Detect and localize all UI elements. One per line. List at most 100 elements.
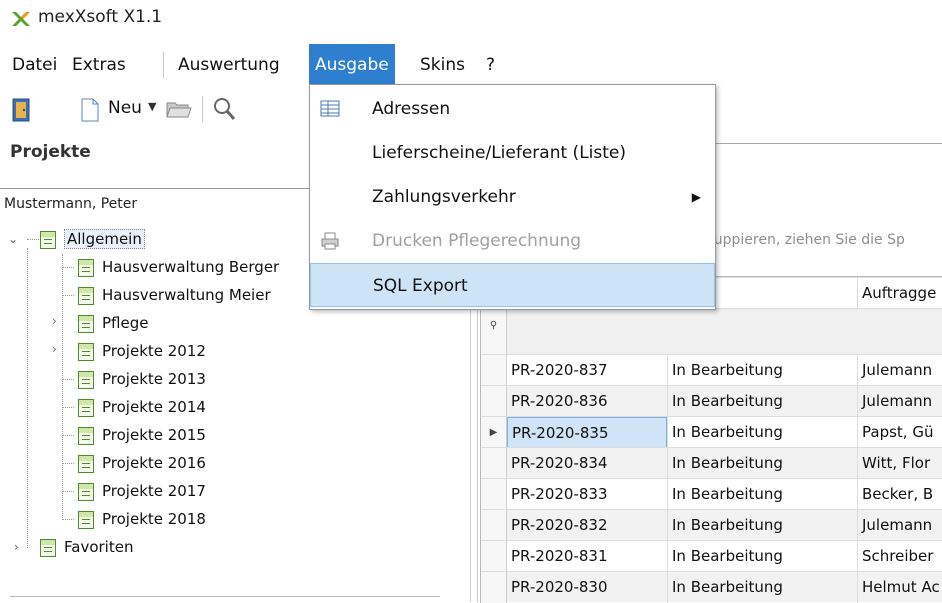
menu-ausgabe[interactable]: Ausgabe: [309, 44, 395, 86]
table-cell[interactable]: Becker, B: [857, 479, 942, 510]
new-button-label[interactable]: Neu: [108, 98, 142, 118]
table-row[interactable]: ▶ PR-2020-835 In Bearbeitung Papst, Gü: [481, 416, 942, 448]
row-current-indicator-icon[interactable]: ▶: [481, 417, 507, 448]
menu-item-label: Zahlungsverkehr: [372, 187, 516, 207]
tree-item-hausverwaltung-berger[interactable]: Hausverwaltung Berger: [78, 254, 279, 280]
row-indicator[interactable]: [481, 572, 507, 603]
folder-list-icon: [78, 398, 94, 417]
row-indicator[interactable]: [481, 510, 507, 541]
expand-icon[interactable]: ›: [14, 540, 19, 554]
table-row[interactable]: PR-2020-834 In Bearbeitung Witt, Flor: [481, 447, 942, 479]
table-cell[interactable]: Julemann: [857, 355, 942, 386]
menu-item-label: Adressen: [372, 99, 451, 119]
group-panel-hint: ruppieren, ziehen Sie die Sp: [708, 232, 905, 248]
table-cell[interactable]: Papst, Gü: [857, 417, 942, 448]
table-cell[interactable]: In Bearbeitung: [667, 479, 857, 510]
menu-separator: [163, 52, 164, 78]
new-dropdown-arrow-icon[interactable]: ▼: [148, 100, 156, 113]
table-cell[interactable]: PR-2020-834: [507, 448, 667, 479]
expand-icon[interactable]: ›: [52, 314, 57, 328]
row-indicator[interactable]: [481, 386, 507, 417]
folder-list-icon: [78, 482, 94, 501]
tree-item-projekte-2015[interactable]: Projekte 2015: [78, 422, 206, 448]
tree-item-hausverwaltung-meier[interactable]: Hausverwaltung Meier: [78, 282, 271, 308]
table-cell[interactable]: In Bearbeitung: [667, 355, 857, 386]
table-row[interactable]: PR-2020-831 In Bearbeitung Schreiber: [481, 540, 942, 572]
menu-item-adressen[interactable]: Adressen: [310, 87, 715, 131]
tree-item-projekte-2014[interactable]: Projekte 2014: [78, 394, 206, 420]
table-cell[interactable]: PR-2020-832: [507, 510, 667, 541]
grid-filter-row[interactable]: ⚲: [481, 308, 942, 355]
new-document-icon[interactable]: [80, 98, 100, 122]
row-indicator[interactable]: [481, 448, 507, 479]
table-row[interactable]: PR-2020-832 In Bearbeitung Julemann: [481, 509, 942, 541]
tree-item-projekte-2018[interactable]: Projekte 2018: [78, 506, 206, 532]
menu-item-lieferscheine[interactable]: Lieferscheine/Lieferant (Liste): [310, 131, 715, 175]
table-cell[interactable]: In Bearbeitung: [667, 510, 857, 541]
menu-extras[interactable]: Extras: [72, 44, 126, 86]
table-row[interactable]: PR-2020-837 In Bearbeitung Julemann: [481, 354, 942, 386]
menu-item-label: Lieferscheine/Lieferant (Liste): [372, 143, 626, 163]
folder-list-icon: [40, 538, 56, 557]
table-cell[interactable]: Julemann: [857, 386, 942, 417]
table-cell[interactable]: PR-2020-833: [507, 479, 667, 510]
tree-item-projekte-2012[interactable]: Projekte 2012: [78, 338, 206, 364]
table-row[interactable]: PR-2020-830 In Bearbeitung Helmut Ac: [481, 571, 942, 603]
table-cell[interactable]: PR-2020-836: [507, 386, 667, 417]
expand-icon[interactable]: ›: [52, 342, 57, 356]
app-title: mexXsoft X1.1: [38, 7, 163, 27]
table-cell[interactable]: Julemann: [857, 510, 942, 541]
exit-door-icon[interactable]: [12, 98, 30, 122]
panel-title: Projekte: [10, 142, 91, 162]
table-cell[interactable]: Schreiber: [857, 541, 942, 572]
table-cell[interactable]: In Bearbeitung: [667, 448, 857, 479]
tree-item-projekte-2016[interactable]: Projekte 2016: [78, 450, 206, 476]
tree-item-projekte-2017[interactable]: Projekte 2017: [78, 478, 206, 504]
table-cell[interactable]: Witt, Flor: [857, 448, 942, 479]
folder-list-icon: [78, 454, 94, 473]
menu-item-sql-export[interactable]: SQL Export: [310, 263, 715, 307]
menu-bar: Datei Extras Auswertung Ausgabe Skins ?: [0, 44, 942, 86]
folder-list-icon: [78, 370, 94, 389]
search-icon[interactable]: [212, 96, 236, 122]
ausgabe-dropdown-menu: Adressen Lieferscheine/Lieferant (Liste)…: [309, 84, 716, 310]
menu-item-label: SQL Export: [373, 276, 468, 296]
column-header-auftraggeber[interactable]: Auftragge: [857, 278, 942, 309]
address-table-icon: [320, 100, 340, 117]
folder-list-icon: [78, 286, 94, 305]
table-cell[interactable]: In Bearbeitung: [667, 386, 857, 417]
menu-auswertung[interactable]: Auswertung: [178, 44, 280, 86]
folder-list-icon: [78, 314, 94, 333]
tree-item-favoriten[interactable]: Favoriten: [40, 534, 133, 560]
menu-skins[interactable]: Skins: [420, 44, 465, 86]
print-icon: [321, 232, 339, 250]
menu-item-zahlungsverkehr[interactable]: Zahlungsverkehr ▶: [310, 175, 715, 219]
menu-item-drucken-pflegerechnung: Drucken Pflegerechnung: [310, 219, 715, 263]
tree-item-pflege[interactable]: Pflege: [78, 310, 148, 336]
tree-connector: [62, 254, 63, 520]
tree-item-projekte-2013[interactable]: Projekte 2013: [78, 366, 206, 392]
row-indicator[interactable]: [481, 355, 507, 386]
table-row[interactable]: PR-2020-833 In Bearbeitung Becker, B: [481, 478, 942, 510]
table-cell[interactable]: PR-2020-835: [507, 417, 667, 448]
table-cell[interactable]: PR-2020-830: [507, 572, 667, 603]
row-indicator[interactable]: [481, 479, 507, 510]
panel-splitter[interactable]: [470, 290, 478, 602]
table-cell[interactable]: In Bearbeitung: [667, 417, 857, 448]
menu-datei[interactable]: Datei: [12, 44, 57, 86]
menu-help[interactable]: ?: [486, 44, 495, 86]
tree-item-allgemein[interactable]: Allgemein: [40, 226, 145, 252]
app-logo-icon: [12, 12, 30, 26]
menu-item-label: Drucken Pflegerechnung: [372, 231, 582, 251]
table-cell[interactable]: Helmut Ac: [857, 572, 942, 603]
open-folder-icon[interactable]: [166, 101, 192, 119]
folder-list-icon: [78, 510, 94, 529]
table-cell[interactable]: In Bearbeitung: [667, 541, 857, 572]
user-name: Mustermann, Peter: [4, 196, 138, 212]
collapse-icon[interactable]: ⌄: [8, 232, 18, 246]
table-cell[interactable]: PR-2020-837: [507, 355, 667, 386]
row-indicator[interactable]: [481, 541, 507, 572]
table-cell[interactable]: In Bearbeitung: [667, 572, 857, 603]
table-row[interactable]: PR-2020-836 In Bearbeitung Julemann: [481, 385, 942, 417]
table-cell[interactable]: PR-2020-831: [507, 541, 667, 572]
